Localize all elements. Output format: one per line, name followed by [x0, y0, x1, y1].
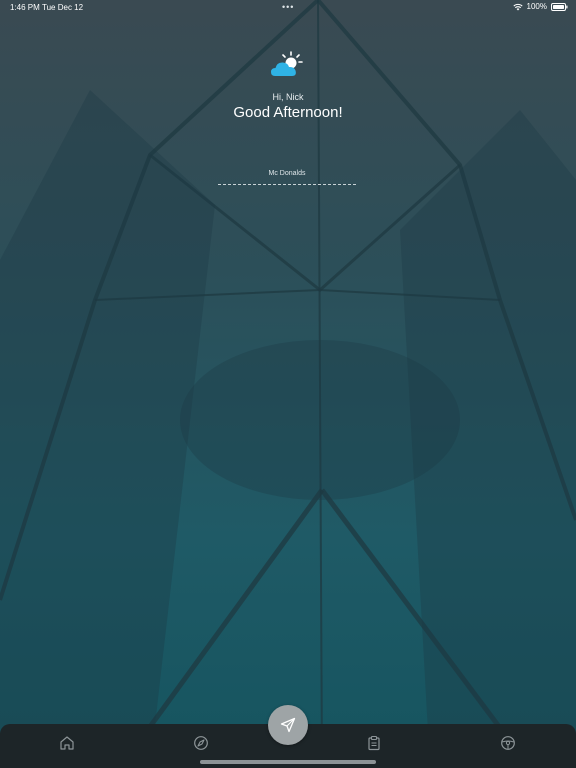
tab-compass[interactable] [192, 734, 210, 752]
status-time: 1:46 PM [10, 3, 40, 12]
clipboard-icon [368, 735, 380, 751]
status-bar: 1:46 PM Tue Dec 12 ••• 100% [0, 0, 576, 14]
greeting-name: Hi, Nick [272, 92, 304, 102]
send-icon [280, 717, 296, 733]
compass-icon [194, 736, 208, 750]
home-icon [60, 736, 74, 750]
multitasking-dots[interactable]: ••• [282, 2, 294, 12]
status-indicators: 100% [512, 2, 568, 11]
wifi-icon [512, 3, 523, 10]
home-indicator[interactable] [200, 760, 376, 764]
tab-steering-wheel[interactable] [499, 734, 517, 752]
tab-home[interactable] [58, 734, 76, 752]
location-value: Mc Donalds [268, 170, 306, 177]
send-button[interactable] [268, 705, 308, 745]
steering-wheel-icon [501, 736, 515, 750]
partly-cloudy-icon [271, 51, 303, 76]
tab-clipboard[interactable] [365, 734, 383, 752]
status-date: Tue Dec 12 [42, 3, 84, 12]
home-screen: 1:46 PM Tue Dec 12 ••• 100% Hi, Nick Goo… [0, 0, 576, 768]
battery-percentage: 100% [526, 2, 547, 11]
battery-icon [551, 2, 568, 11]
location-field[interactable]: Mc Donalds [218, 168, 356, 185]
greeting-title: Good Afternoon! [233, 104, 343, 121]
